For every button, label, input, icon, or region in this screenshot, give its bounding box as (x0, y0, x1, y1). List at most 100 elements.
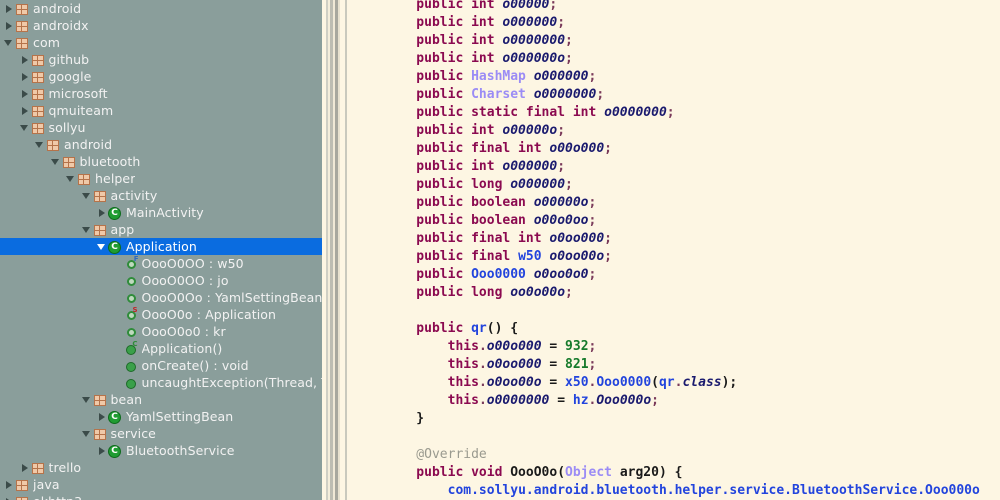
tree-row[interactable]: OooO0OO : jo (0, 272, 322, 289)
tree-row[interactable]: bluetooth (0, 153, 322, 170)
chevron-down-icon[interactable] (81, 425, 93, 442)
code-token: o000000 (533, 69, 589, 84)
tree-row[interactable]: C Application (0, 238, 322, 255)
code-text[interactable]: public int o00000; public int o000000; p… (385, 0, 980, 500)
class-icon: C (108, 239, 123, 254)
package-icon (15, 1, 30, 16)
chevron-right-icon[interactable] (4, 0, 15, 17)
code-token: o0oo000 (549, 231, 605, 246)
code-token: ; (604, 249, 612, 264)
code-token: Ooo0000 (596, 375, 652, 390)
code-token: o0oo0o0 (533, 267, 589, 282)
tree-row[interactable]: OooO0Oo : YamlSettingBean (0, 289, 322, 306)
chevron-right-icon[interactable] (20, 68, 31, 85)
chevron-down-icon[interactable] (19, 119, 31, 136)
code-token: OooO0o( (510, 465, 566, 480)
code-line: public Ooo0000 o0oo0o0; (385, 266, 980, 284)
twisty-spacer (113, 272, 124, 289)
chevron-right-icon[interactable] (20, 459, 31, 476)
code-token: ; (588, 339, 597, 354)
tree-row[interactable]: androidx (0, 17, 322, 34)
tree-row-label: app (110, 222, 135, 237)
code-token: . (478, 393, 487, 408)
code-token: public int (385, 159, 503, 174)
tree-row[interactable]: C Application() (0, 340, 322, 357)
tree-row[interactable]: github (0, 51, 322, 68)
code-line: public qr() { (385, 320, 980, 338)
tree-row[interactable]: java (0, 476, 322, 493)
code-token: public long (385, 177, 511, 192)
code-token: public final (385, 249, 519, 264)
code-line: public long oo0o00o; (385, 284, 980, 302)
tree-row[interactable]: trello (0, 459, 322, 476)
package-icon (15, 494, 30, 500)
class-icon: C (108, 443, 123, 458)
tree-row[interactable]: C MainActivity (0, 204, 322, 221)
project-structure-tree[interactable]: android androidx com github google microsoft q… (0, 0, 322, 500)
tree-row[interactable]: google (0, 68, 322, 85)
chevron-down-icon[interactable] (81, 187, 93, 204)
code-token: ; (604, 141, 612, 156)
tree-row[interactable]: S OooO0o : Application (0, 306, 322, 323)
chevron-right-icon[interactable] (97, 204, 108, 221)
chevron-down-icon[interactable] (81, 221, 93, 238)
chevron-down-icon[interactable] (50, 153, 62, 170)
package-icon (46, 137, 61, 152)
chevron-right-icon[interactable] (97, 442, 108, 459)
chevron-right-icon[interactable] (97, 408, 108, 425)
code-line: public int o000000; (385, 14, 980, 32)
package-icon (31, 52, 46, 67)
chevron-right-icon[interactable] (20, 51, 31, 68)
tree-row[interactable]: OooO0o0 : kr (0, 323, 322, 340)
code-token: public int (385, 33, 503, 48)
package-icon (31, 103, 46, 118)
package-icon (93, 426, 108, 441)
tree-row[interactable]: uncaughtException(Thread, Thro (0, 374, 322, 391)
chevron-down-icon[interactable] (81, 391, 93, 408)
tree-row-label: github (48, 52, 90, 67)
tree-row[interactable]: qmuiteam (0, 102, 322, 119)
tree-row[interactable]: helper (0, 170, 322, 187)
tree-row[interactable]: okhttp3 (0, 493, 322, 500)
tree-row[interactable]: activity (0, 187, 322, 204)
code-token: public final int (385, 141, 550, 156)
chevron-down-icon[interactable] (97, 238, 108, 255)
chevron-down-icon[interactable] (4, 34, 15, 51)
code-line: public boolean o00000o; (385, 194, 980, 212)
chevron-right-icon[interactable] (20, 102, 31, 119)
chevron-right-icon[interactable] (4, 493, 15, 500)
code-line: public static final int o0000000; (385, 104, 980, 122)
tree-row[interactable]: android (0, 136, 322, 153)
tree-row[interactable]: C YamlSettingBean (0, 408, 322, 425)
tree-row[interactable]: microsoft (0, 85, 322, 102)
tree-row[interactable]: onCreate() : void (0, 357, 322, 374)
tree-row[interactable]: bean (0, 391, 322, 408)
code-token: ; (604, 231, 612, 246)
chevron-right-icon[interactable] (20, 85, 31, 102)
tree-row[interactable]: service (0, 425, 322, 442)
code-token: public int (385, 123, 503, 138)
tree-row[interactable]: android (0, 0, 322, 17)
code-token: public (385, 87, 472, 102)
chevron-right-icon[interactable] (4, 17, 15, 34)
code-editor-pane[interactable]: public int o00000; public int o000000; p… (345, 0, 1000, 500)
tree-row[interactable]: app (0, 221, 322, 238)
code-token: o00o0oo (533, 213, 589, 228)
tree-row-label: microsoft (48, 86, 108, 101)
tree-row[interactable]: C BluetoothService (0, 442, 322, 459)
chevron-right-icon[interactable] (4, 476, 15, 493)
tree-row[interactable]: F OooO0OO : w50 (0, 255, 322, 272)
chevron-down-icon[interactable] (35, 136, 46, 153)
code-token: ; (651, 393, 659, 408)
code-line: public final w50 o0oo00o; (385, 248, 980, 266)
tree-row[interactable]: sollyu (0, 119, 322, 136)
package-icon (93, 188, 108, 203)
chevron-down-icon[interactable] (66, 170, 77, 187)
code-token: qr (471, 321, 487, 336)
panel-divider[interactable] (322, 0, 345, 500)
tree-row[interactable]: com (0, 34, 322, 51)
code-line: public int o00000o; (385, 122, 980, 140)
code-token: } (385, 411, 425, 426)
